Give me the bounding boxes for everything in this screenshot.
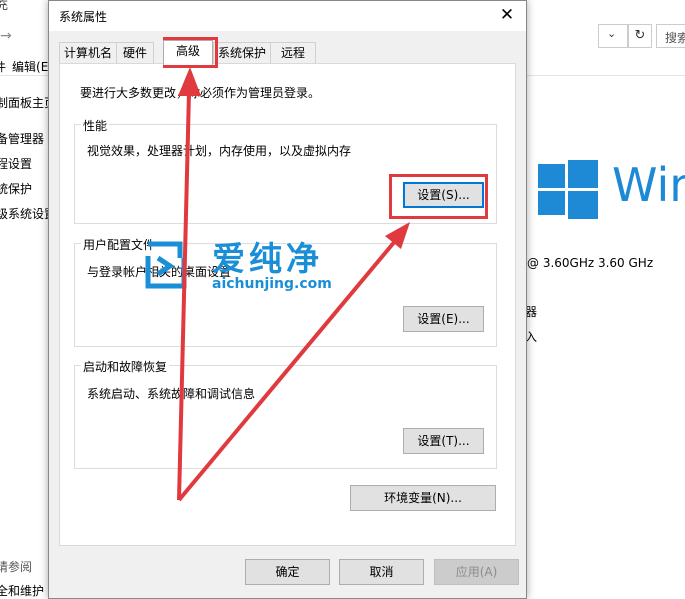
arrow-to-performance-settings xyxy=(177,238,398,502)
annotation-arrows xyxy=(177,67,410,502)
tab-advanced[interactable]: 高级 xyxy=(163,40,213,65)
arrow-to-advanced-tab xyxy=(177,91,191,501)
arrow-head-icon xyxy=(178,67,201,96)
arrow-head-icon xyxy=(385,222,410,249)
